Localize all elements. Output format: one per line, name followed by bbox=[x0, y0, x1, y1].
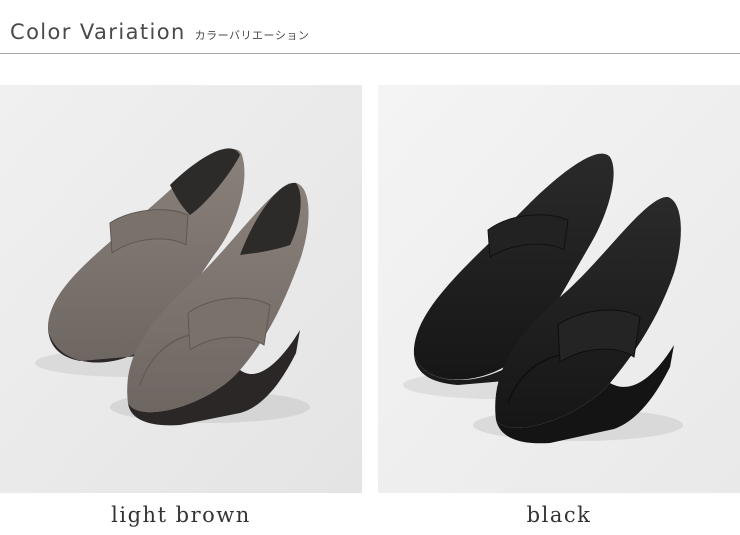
product-image-black bbox=[378, 85, 740, 493]
section-subtitle: カラーバリエーション bbox=[194, 29, 310, 42]
product-image-light-brown bbox=[0, 85, 362, 493]
section-title: Color Variation bbox=[10, 20, 186, 44]
variation-label-black: black bbox=[526, 503, 592, 527]
section-header: Color Variation カラーバリエーション bbox=[10, 20, 309, 52]
header-divider bbox=[0, 53, 740, 54]
variation-label-light-brown: light brown bbox=[111, 503, 251, 527]
